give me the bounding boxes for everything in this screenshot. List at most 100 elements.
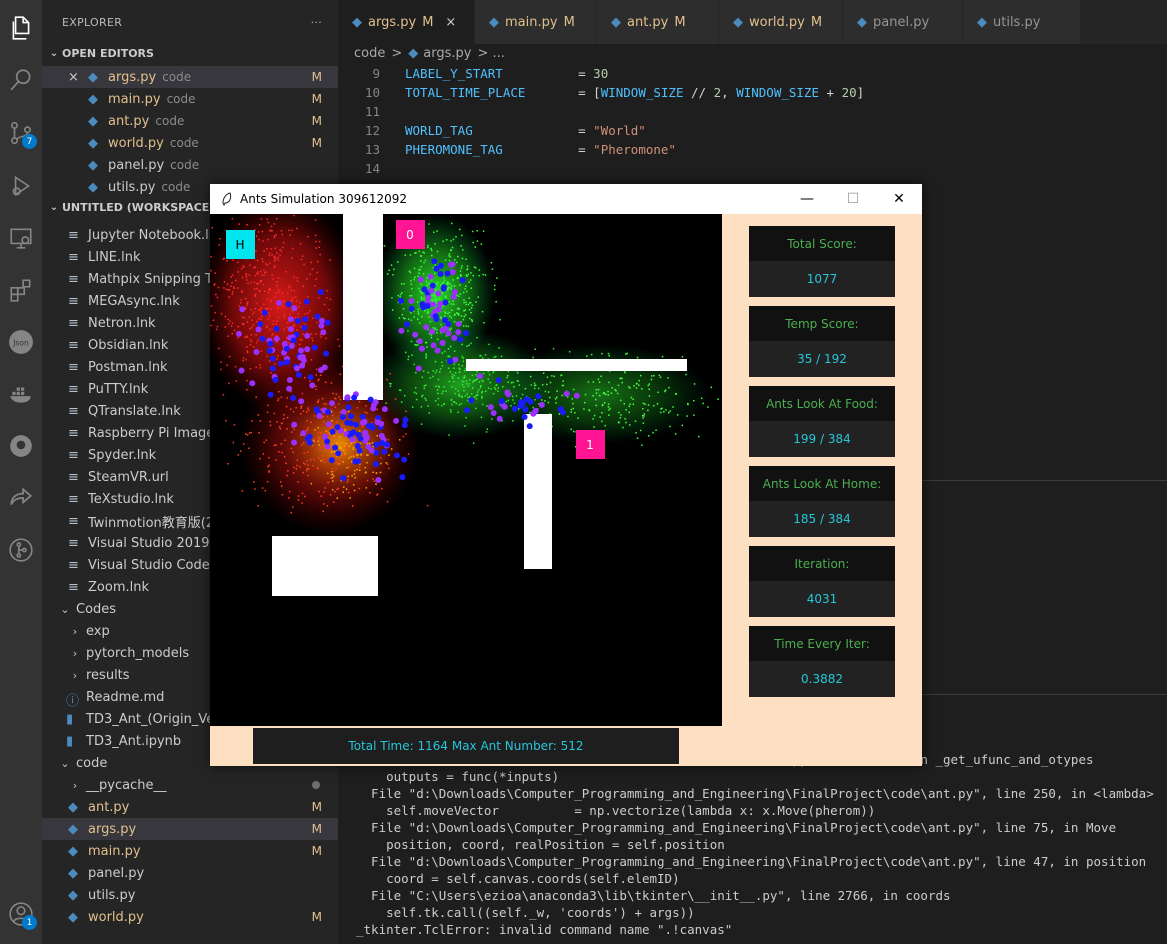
code-file[interactable]: ◆ panel.py bbox=[42, 862, 338, 884]
tab-panel-py[interactable]: ◆ panel.py bbox=[843, 0, 963, 44]
accounts-icon[interactable]: 1 bbox=[5, 898, 37, 930]
json-icon[interactable]: Json bbox=[5, 326, 37, 358]
pheromone-speck bbox=[458, 395, 461, 397]
simulation-svg: H 0 1 bbox=[210, 214, 719, 596]
pheromone-speck bbox=[659, 376, 662, 379]
search-icon[interactable] bbox=[5, 64, 37, 96]
tab-ant-py[interactable]: ◆ ant.py M bbox=[597, 0, 719, 44]
code-file[interactable]: ◆ ant.py M bbox=[42, 796, 338, 818]
breadcrumb-file[interactable]: args.py bbox=[423, 46, 471, 61]
pheromone-speck bbox=[421, 395, 423, 398]
code-file[interactable]: ◆ args.py M bbox=[42, 818, 338, 840]
ant bbox=[451, 334, 458, 341]
open-editors-section[interactable]: ⌄ OPEN EDITORS bbox=[42, 44, 338, 62]
extensions-icon[interactable] bbox=[5, 274, 37, 306]
ant bbox=[445, 320, 452, 327]
files-icon[interactable] bbox=[5, 12, 37, 44]
run-debug-icon[interactable] bbox=[5, 170, 37, 202]
tab-utils-py[interactable]: ◆ utils.py bbox=[963, 0, 1081, 44]
pheromone-speck bbox=[317, 431, 319, 434]
folder-label: code bbox=[76, 755, 108, 771]
stat-card: Temp Score: 35 / 192 bbox=[749, 306, 895, 377]
breadcrumb-folder[interactable]: code bbox=[354, 46, 385, 61]
open-editor-item[interactable]: × ◆ args.py code M bbox=[42, 66, 338, 88]
code-file[interactable]: › __pycache__ bbox=[42, 774, 338, 796]
terminal-output[interactable]: ...py", line 2151, in _get_ufunc_and_oty… bbox=[356, 752, 1167, 939]
pheromone-speck bbox=[275, 234, 277, 236]
ant bbox=[283, 359, 290, 366]
tab-main-py[interactable]: ◆ main.py M bbox=[475, 0, 597, 44]
ant bbox=[324, 438, 331, 445]
git-graph-icon[interactable] bbox=[5, 534, 37, 566]
tab-world-py[interactable]: ◆ world.py M bbox=[719, 0, 843, 44]
pheromone-speck bbox=[301, 502, 303, 504]
minimize-button[interactable]: — bbox=[784, 184, 830, 214]
code-file[interactable]: ◆ main.py M bbox=[42, 840, 338, 862]
pheromone-speck bbox=[506, 376, 508, 379]
close-button[interactable]: ✕ bbox=[876, 184, 922, 214]
source-control-icon[interactable]: 7 bbox=[5, 117, 37, 149]
pheromone-speck bbox=[568, 351, 571, 353]
ant bbox=[291, 305, 298, 312]
pheromone-speck bbox=[261, 230, 263, 233]
pheromone-speck bbox=[468, 396, 471, 398]
pheromone-speck bbox=[334, 491, 336, 493]
pheromone-speck bbox=[335, 393, 338, 395]
code-file[interactable]: ◆ world.py M bbox=[42, 906, 338, 928]
pheromone-speck bbox=[301, 255, 304, 257]
close-icon[interactable]: × bbox=[445, 15, 456, 30]
pheromone-speck bbox=[372, 471, 374, 474]
pheromone-speck bbox=[250, 281, 252, 284]
ant bbox=[261, 309, 268, 316]
pheromone-speck bbox=[226, 364, 228, 366]
pheromone-speck bbox=[274, 258, 276, 260]
pheromone-speck bbox=[266, 307, 268, 310]
tab-args-py[interactable]: ◆ args.py M × bbox=[338, 0, 475, 44]
pheromone-speck bbox=[586, 355, 588, 357]
pheromone-speck bbox=[537, 387, 540, 390]
simulation-canvas[interactable]: H 0 1 bbox=[210, 214, 722, 726]
github-icon[interactable] bbox=[5, 430, 37, 462]
pheromone-speck bbox=[286, 474, 288, 477]
tab-label: panel.py bbox=[873, 14, 930, 30]
ant bbox=[287, 316, 294, 323]
pheromone-speck bbox=[292, 472, 295, 474]
open-editor-item[interactable]: ◆ main.py code M bbox=[42, 88, 338, 110]
pheromone-speck bbox=[276, 281, 278, 283]
pheromone-speck bbox=[245, 307, 247, 310]
code-file[interactable]: ◆ utils.py bbox=[42, 884, 338, 906]
pheromone-speck bbox=[265, 439, 268, 441]
more-actions-icon[interactable]: ··· bbox=[311, 16, 322, 29]
live-share-icon[interactable] bbox=[5, 482, 37, 514]
pheromone-speck bbox=[675, 393, 678, 395]
pheromone-speck bbox=[487, 370, 489, 373]
pheromone-speck bbox=[224, 326, 226, 328]
pheromone-speck bbox=[413, 267, 416, 270]
pheromone-speck bbox=[455, 261, 458, 264]
pheromone-speck bbox=[653, 405, 655, 407]
remote-explorer-icon[interactable] bbox=[5, 222, 37, 254]
pheromone-speck bbox=[228, 355, 231, 358]
pheromone-speck bbox=[491, 418, 493, 420]
pheromone-speck bbox=[570, 411, 572, 413]
open-editor-item[interactable]: ◆ panel.py code bbox=[42, 154, 338, 176]
breadcrumb-more[interactable]: > ... bbox=[477, 46, 504, 61]
pheromone-speck bbox=[454, 259, 456, 261]
pheromone-speck bbox=[235, 279, 237, 282]
pheromone-speck bbox=[597, 388, 600, 391]
pheromone-speck bbox=[482, 273, 484, 276]
code-editor[interactable]: 9 LABEL_Y_START = 30 10 TOTAL_TIME_PLACE = … bbox=[338, 64, 1167, 178]
accounts-badge: 1 bbox=[22, 915, 37, 930]
pheromone-speck bbox=[248, 274, 250, 276]
open-editor-item[interactable]: ◆ ant.py code M bbox=[42, 110, 338, 132]
maximize-button[interactable]: ☐ bbox=[830, 184, 876, 214]
pheromone-speck bbox=[230, 285, 232, 287]
pheromone-speck bbox=[476, 371, 478, 373]
file-name: LINE.lnk bbox=[88, 249, 141, 265]
ant bbox=[370, 402, 377, 409]
open-editor-item[interactable]: ◆ world.py code M bbox=[42, 132, 338, 154]
close-icon[interactable]: × bbox=[68, 70, 84, 85]
pheromone-speck bbox=[639, 374, 642, 377]
docker-icon[interactable] bbox=[5, 378, 37, 410]
pheromone-speck bbox=[295, 296, 297, 298]
